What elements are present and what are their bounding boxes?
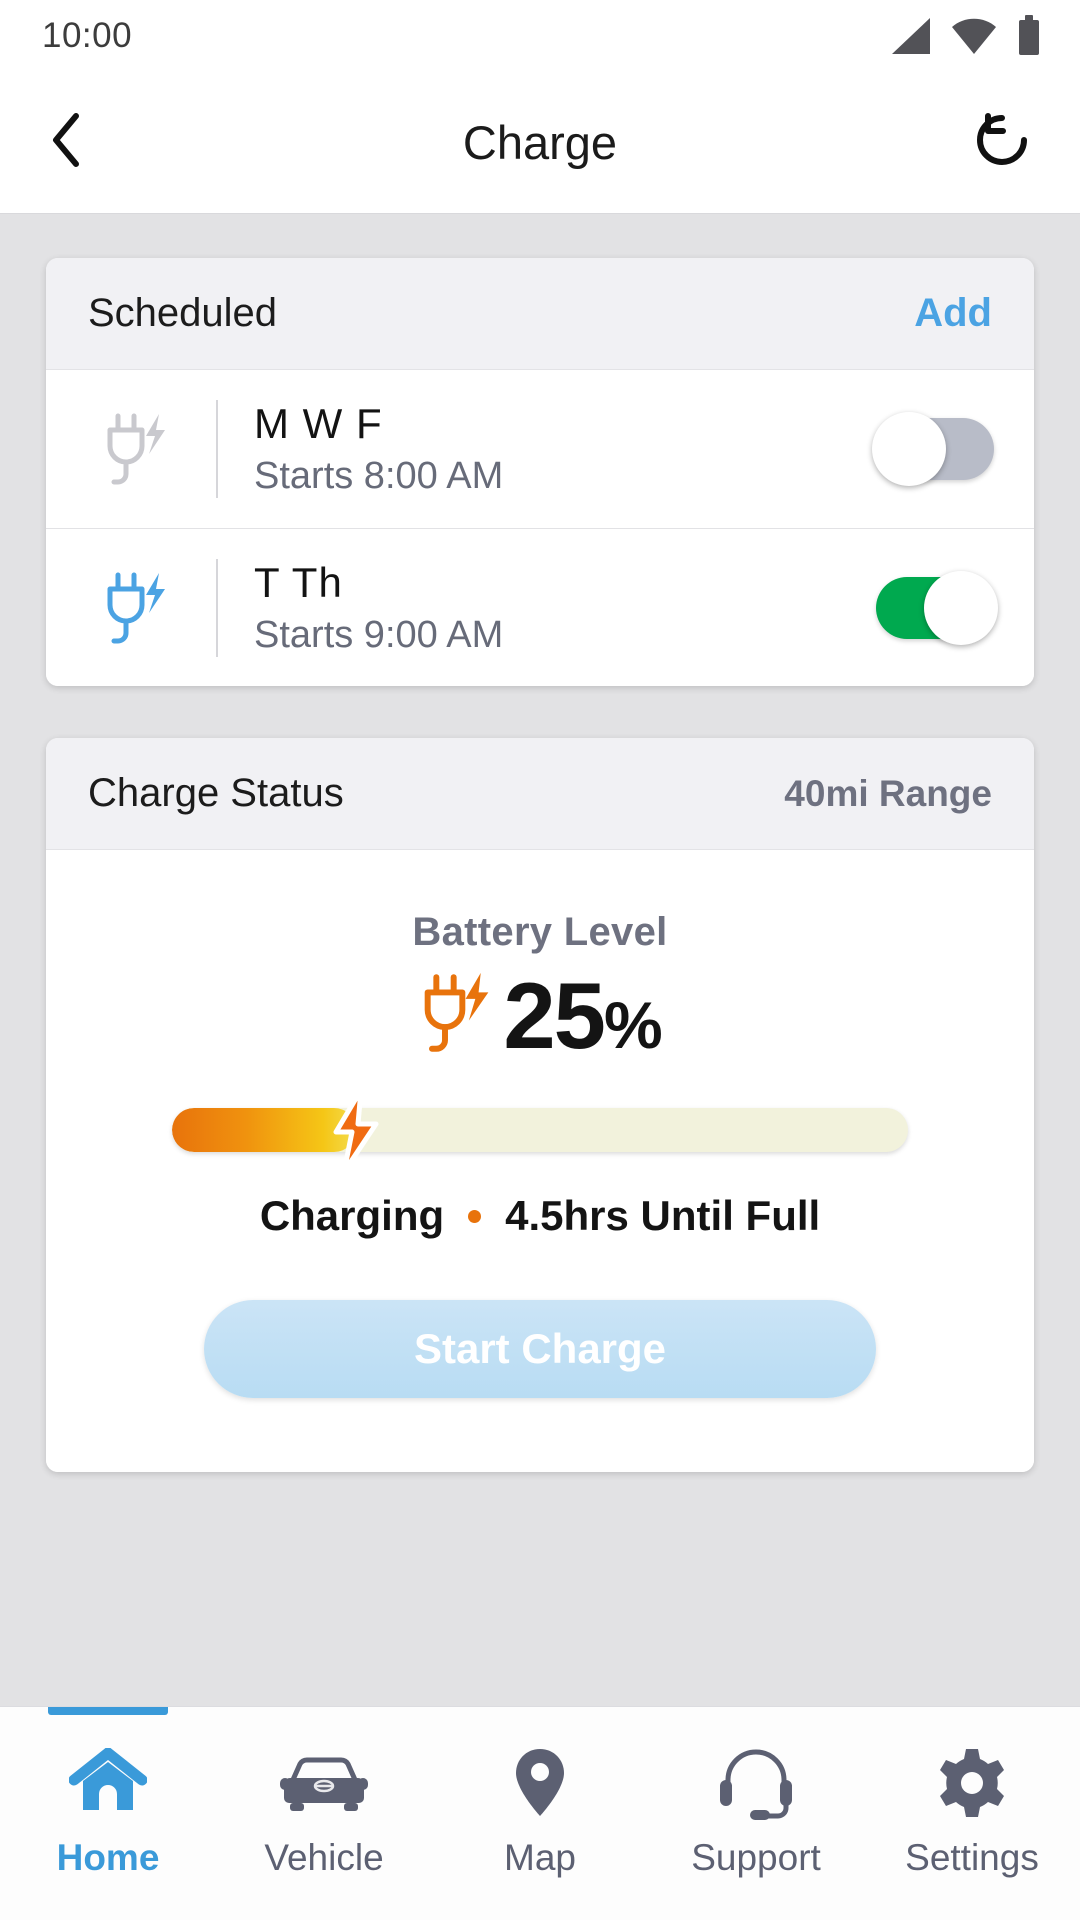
headset-icon bbox=[716, 1745, 796, 1821]
schedule-row[interactable]: M W F Starts 8:00 AM bbox=[46, 370, 1034, 528]
schedule-days: T Th bbox=[254, 558, 343, 606]
plug-charge-icon bbox=[90, 406, 186, 492]
charging-status-line: Charging 4.5hrs Until Full bbox=[260, 1192, 820, 1240]
home-icon bbox=[69, 1745, 147, 1821]
add-schedule-button[interactable]: Add bbox=[914, 291, 992, 336]
car-icon bbox=[278, 1745, 370, 1821]
row-divider bbox=[216, 400, 218, 498]
nav-label-settings: Settings bbox=[905, 1837, 1039, 1878]
schedule-start-time: Starts 9:00 AM bbox=[254, 613, 504, 656]
charging-eta-text: 4.5hrs Until Full bbox=[505, 1192, 821, 1239]
orange-dot-icon bbox=[468, 1209, 482, 1223]
status-bar: 10:00 bbox=[0, 0, 1080, 72]
schedule-start-time: Starts 8:00 AM bbox=[254, 455, 504, 498]
refresh-icon bbox=[971, 109, 1033, 176]
battery-percent: 25% bbox=[503, 968, 663, 1063]
start-charge-button[interactable]: Start Charge bbox=[204, 1300, 876, 1398]
nav-item-settings[interactable]: Settings bbox=[864, 1707, 1080, 1920]
battery-percent-value: 25 bbox=[503, 962, 606, 1068]
wifi-icon bbox=[950, 16, 998, 56]
scheduled-card: Scheduled Add M W F Starts 8:00 AM T Th … bbox=[46, 258, 1034, 686]
lightning-bolt-icon bbox=[328, 1087, 384, 1179]
schedule-info: M W F Starts 8:00 AM bbox=[254, 400, 876, 498]
status-bar-icons bbox=[886, 15, 1042, 57]
plug-charge-icon bbox=[90, 565, 186, 651]
schedule-row[interactable]: T Th Starts 9:00 AM bbox=[46, 528, 1034, 686]
plug-charge-icon bbox=[419, 965, 497, 1066]
toggle-knob bbox=[872, 412, 946, 486]
page-title: Charge bbox=[462, 116, 618, 169]
nav-label-vehicle: Vehicle bbox=[264, 1837, 384, 1878]
schedule-toggle[interactable] bbox=[876, 570, 998, 645]
percent-symbol: % bbox=[603, 987, 663, 1062]
nav-item-support[interactable]: Support bbox=[648, 1707, 864, 1920]
app-screen: 10:00 Charge Scheduled Add M W F Starts … bbox=[0, 0, 1080, 1920]
schedule-info: T Th Starts 9:00 AM bbox=[254, 559, 876, 657]
status-bar-time: 10:00 bbox=[42, 16, 133, 55]
nav-label-home: Home bbox=[56, 1837, 160, 1878]
chevron-left-icon bbox=[44, 110, 88, 175]
nav-item-map[interactable]: Map bbox=[432, 1707, 648, 1920]
main-content: Scheduled Add M W F Starts 8:00 AM T Th … bbox=[0, 214, 1080, 1706]
progress-track bbox=[172, 1108, 908, 1152]
signal-icon bbox=[886, 16, 932, 56]
charge-status-title: Charge Status bbox=[88, 771, 344, 815]
scheduled-title: Scheduled bbox=[88, 291, 278, 335]
range-value: 40mi Range bbox=[784, 772, 992, 814]
scheduled-card-header: Scheduled Add bbox=[46, 258, 1034, 370]
battery-icon bbox=[1016, 15, 1042, 57]
charge-status-card: Charge Status 40mi Range Battery Level 2… bbox=[46, 738, 1034, 1472]
back-button[interactable] bbox=[44, 107, 116, 179]
nav-item-home[interactable]: Home bbox=[0, 1707, 216, 1920]
nav-label-support: Support bbox=[691, 1837, 821, 1878]
active-tab-indicator bbox=[48, 1707, 168, 1715]
app-bar: Charge bbox=[0, 72, 1080, 214]
map-pin-icon bbox=[512, 1745, 568, 1821]
nav-item-vehicle[interactable]: Vehicle bbox=[216, 1707, 432, 1920]
charge-status-body: Battery Level 25% Charging 4.5hrs Until … bbox=[46, 850, 1034, 1472]
schedule-days: M W F bbox=[254, 400, 383, 448]
row-divider bbox=[216, 558, 218, 657]
battery-progress-bar bbox=[172, 1087, 908, 1175]
schedule-toggle[interactable] bbox=[872, 412, 994, 486]
battery-level-row: 25% bbox=[419, 965, 663, 1066]
charging-state-text: Charging bbox=[259, 1192, 445, 1239]
charge-status-card-header: Charge Status 40mi Range bbox=[46, 738, 1034, 850]
nav-label-map: Map bbox=[504, 1837, 576, 1878]
refresh-button[interactable] bbox=[964, 105, 1040, 181]
toggle-knob bbox=[924, 570, 998, 645]
gear-icon bbox=[936, 1745, 1008, 1821]
bottom-navigation: Home Vehicle Map Support Settings bbox=[0, 1706, 1080, 1920]
battery-level-label: Battery Level bbox=[412, 910, 668, 954]
